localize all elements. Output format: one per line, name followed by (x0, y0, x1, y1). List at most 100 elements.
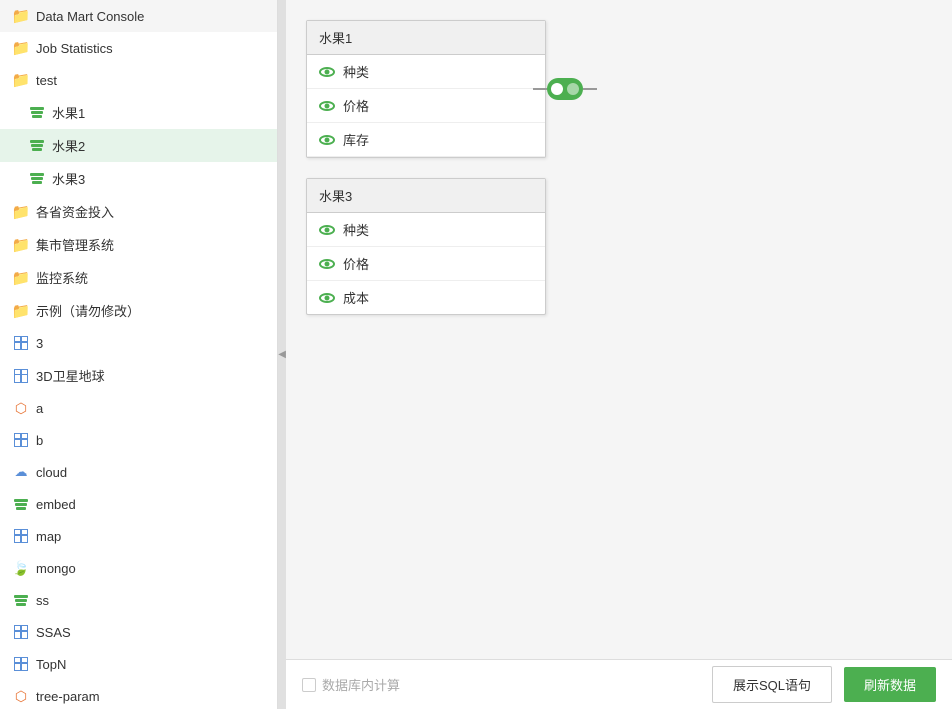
field-label: 价格 (343, 96, 369, 115)
join-line-left (533, 88, 547, 90)
table-icon (12, 367, 30, 385)
join-circle-left (551, 83, 563, 95)
sidebar-item-shuiguo2[interactable]: 水果2 (0, 129, 277, 162)
sidebar-item-label: SSAS (36, 625, 265, 640)
table-row[interactable]: 种类 (307, 55, 545, 89)
leaf-icon: 🍃 (12, 559, 30, 577)
sidebar-item-data-mart-console[interactable]: 📁 Data Mart Console (0, 0, 277, 32)
field-eye-icon (319, 67, 335, 77)
table-row[interactable]: 种类 (307, 213, 545, 247)
sidebar-item-cloud[interactable]: ☁ cloud (0, 456, 277, 488)
checkbox-label: 数据库内计算 (322, 675, 400, 694)
sidebar-item-shuiguo3[interactable]: 水果3 (0, 162, 277, 195)
field-eye-icon (319, 225, 335, 235)
field-eye-icon (319, 101, 335, 111)
layers-icon (28, 170, 46, 188)
sidebar-item-tree-param[interactable]: ⬡ tree-param (0, 680, 277, 709)
sidebar-item-jishi[interactable]: 📁 集市管理系统 (0, 228, 277, 261)
sidebar-item-label: 3D卫星地球 (36, 366, 265, 385)
join-connector[interactable] (533, 78, 597, 100)
sidebar-item-topn[interactable]: TopN (0, 648, 277, 680)
field-label: 成本 (343, 288, 369, 307)
table-row[interactable]: 库存 (307, 123, 545, 157)
field-eye-icon (319, 135, 335, 145)
folder-icon: 📁 (12, 302, 30, 320)
sidebar-item-a[interactable]: ⬡ a (0, 392, 277, 424)
table-box-wrapper-shuiguo3: 水果3 种类 价格 成本 (306, 178, 932, 315)
network-icon: ⬡ (12, 687, 30, 705)
refresh-data-button[interactable]: 刷新数据 (844, 667, 936, 702)
sidebar-item-label: map (36, 529, 265, 544)
sidebar-item-label: 示例（请勿修改） (36, 301, 265, 320)
field-label: 种类 (343, 220, 369, 239)
sidebar-item-label: 3 (36, 336, 265, 351)
layers-icon (12, 591, 30, 609)
sidebar-item-label: mongo (36, 561, 265, 576)
sidebar-item-label: 集市管理系统 (36, 235, 265, 254)
field-label: 库存 (343, 130, 369, 149)
field-label: 价格 (343, 254, 369, 273)
table-icon (12, 431, 30, 449)
table-box-shuiguo1: 水果1 种类 价格 库存 (306, 20, 546, 158)
canvas-area: 水果1 种类 价格 库存 (286, 0, 952, 659)
sidebar-item-shili[interactable]: 📁 示例（请勿修改） (0, 294, 277, 327)
sidebar-item-label: 各省资金投入 (36, 202, 265, 221)
layers-icon (28, 104, 46, 122)
cloud-icon: ☁ (12, 463, 30, 481)
table-row[interactable]: 成本 (307, 281, 545, 314)
sidebar-item-label: TopN (36, 657, 265, 672)
join-line-right (583, 88, 597, 90)
sidebar-item-label: ss (36, 593, 265, 608)
folder-icon: 📁 (12, 269, 30, 287)
sidebar-item-label: embed (36, 497, 265, 512)
sidebar-item-embed[interactable]: embed (0, 488, 277, 520)
sidebar-item-job-statistics[interactable]: 📁 Job Statistics (0, 32, 277, 64)
sidebar-item-3[interactable]: 3 (0, 327, 277, 359)
sidebar-item-ss[interactable]: ss (0, 584, 277, 616)
sidebar-item-label: 水果3 (52, 169, 265, 188)
table-box-header: 水果3 (307, 179, 545, 213)
network-icon: ⬡ (12, 399, 30, 417)
bottom-bar: 数据库内计算 展示SQL语句 刷新数据 (286, 659, 952, 709)
table-box-header: 水果1 (307, 21, 545, 55)
sidebar-resizer[interactable] (278, 0, 286, 709)
table-box-shuiguo3: 水果3 种类 价格 成本 (306, 178, 546, 315)
sidebar-item-label: cloud (36, 465, 265, 480)
folder-icon: 📁 (12, 203, 30, 221)
join-circle-right (567, 83, 579, 95)
sidebar-item-label: Job Statistics (36, 41, 265, 56)
table-row[interactable]: 价格 (307, 89, 545, 123)
sidebar-item-b[interactable]: b (0, 424, 277, 456)
sidebar-item-map[interactable]: map (0, 520, 277, 552)
join-toggle[interactable] (547, 78, 583, 100)
sidebar-item-gesheng[interactable]: 📁 各省资金投入 (0, 195, 277, 228)
sidebar-item-3d-satellite[interactable]: 3D卫星地球 (0, 359, 277, 392)
sidebar-item-label: 水果1 (52, 103, 265, 122)
layers-icon (28, 137, 46, 155)
sidebar-item-label: tree-param (36, 689, 265, 704)
table-boxes-container: 水果1 种类 价格 库存 (306, 20, 932, 315)
table-icon (12, 623, 30, 641)
sidebar-item-label: 监控系统 (36, 268, 265, 287)
field-eye-icon (319, 293, 335, 303)
table-row[interactable]: 价格 (307, 247, 545, 281)
sidebar-item-shuiguo1[interactable]: 水果1 (0, 96, 277, 129)
table-icon (12, 527, 30, 545)
table-icon (12, 334, 30, 352)
field-label: 种类 (343, 62, 369, 81)
folder-icon: 📁 (12, 39, 30, 57)
folder-icon: 📁 (12, 7, 30, 25)
db-calc-checkbox[interactable] (302, 678, 316, 692)
show-sql-button[interactable]: 展示SQL语句 (712, 666, 832, 703)
main-content: 水果1 种类 价格 库存 (286, 0, 952, 709)
sidebar-item-label: b (36, 433, 265, 448)
sidebar-item-test[interactable]: 📁 test (0, 64, 277, 96)
sidebar-item-mongo[interactable]: 🍃 mongo (0, 552, 277, 584)
sidebar-item-label: 水果2 (52, 136, 265, 155)
sidebar-item-ssas[interactable]: SSAS (0, 616, 277, 648)
sidebar-item-jiankong[interactable]: 📁 监控系统 (0, 261, 277, 294)
sidebar: 📁 Data Mart Console 📁 Job Statistics 📁 t… (0, 0, 278, 709)
folder-icon: 📁 (12, 236, 30, 254)
sidebar-item-label: Data Mart Console (36, 9, 265, 24)
field-eye-icon (319, 259, 335, 269)
